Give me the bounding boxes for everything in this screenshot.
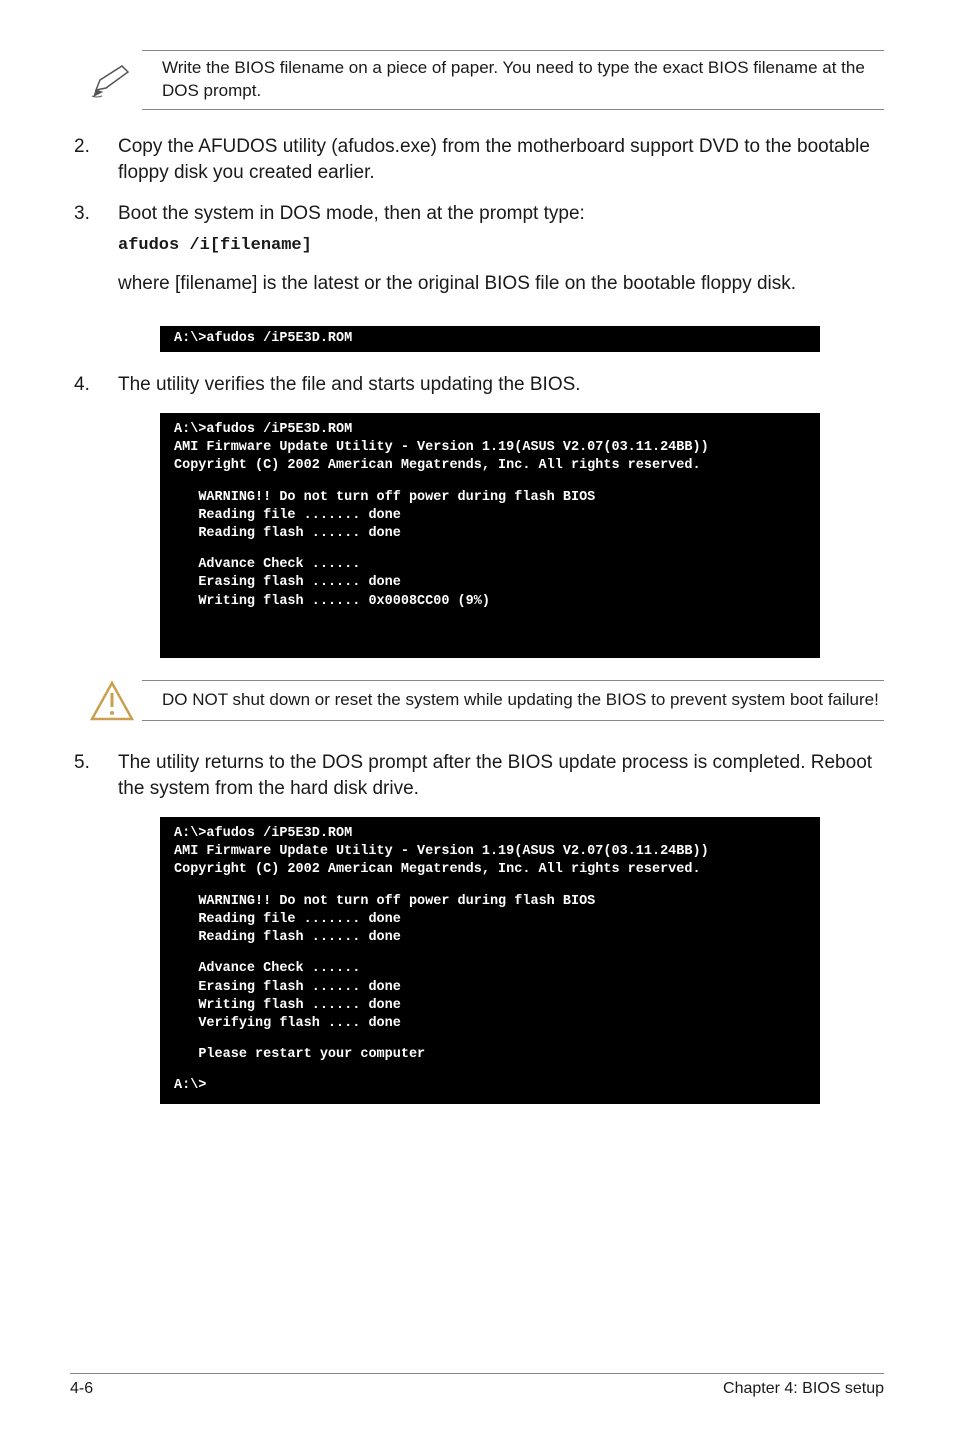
terminal-line: A:\>afudos /iP5E3D.ROM <box>174 331 352 346</box>
page-footer: 4-6 Chapter 4: BIOS setup <box>70 1373 884 1398</box>
terminal-line: A:\>afudos /iP5E3D.ROM <box>174 422 352 437</box>
terminal-output-3: A:\>afudos /iP5E3D.ROM AMI Firmware Upda… <box>160 817 820 1104</box>
page-number: 4-6 <box>70 1380 93 1398</box>
terminal-line: Verifying flash .... done <box>174 1016 401 1031</box>
warning-block: DO NOT shut down or reset the system whi… <box>70 676 884 726</box>
terminal-line: Please restart your computer <box>174 1047 425 1062</box>
terminal-line: WARNING!! Do not turn off power during f… <box>174 894 595 909</box>
warning-triangle-icon <box>82 676 142 726</box>
note-block: Write the BIOS filename on a piece of pa… <box>70 50 884 110</box>
terminal-line: WARNING!! Do not turn off power during f… <box>174 490 595 505</box>
step-2: 2. Copy the AFUDOS utility (afudos.exe) … <box>70 134 884 187</box>
terminal-line: AMI Firmware Update Utility - Version 1.… <box>174 440 709 455</box>
terminal-line: Reading file ....... done <box>174 912 401 927</box>
terminal-line: Erasing flash ...... done <box>174 575 401 590</box>
command-text: afudos /i[filename] <box>118 234 884 258</box>
terminal-line: Reading flash ...... done <box>174 930 401 945</box>
chapter-title: Chapter 4: BIOS setup <box>723 1380 884 1398</box>
pencil-note-icon <box>82 55 142 105</box>
note-text: Write the BIOS filename on a piece of pa… <box>142 50 884 110</box>
step-number: 3. <box>70 201 118 312</box>
terminal-line: A:\> <box>174 1078 206 1093</box>
terminal-line: Advance Check ...... <box>174 961 360 976</box>
terminal-line: Advance Check ...... <box>174 557 360 572</box>
step-body: Copy the AFUDOS utility (afudos.exe) fro… <box>118 134 884 187</box>
step-body: The utility verifies the file and starts… <box>118 372 884 399</box>
terminal-line: Copyright (C) 2002 American Megatrends, … <box>174 458 701 473</box>
terminal-line: Reading flash ...... done <box>174 526 401 541</box>
terminal-output-2: A:\>afudos /iP5E3D.ROM AMI Firmware Upda… <box>160 413 820 658</box>
step-3: 3. Boot the system in DOS mode, then at … <box>70 201 884 312</box>
step-number: 5. <box>70 750 118 803</box>
terminal-line: Copyright (C) 2002 American Megatrends, … <box>174 862 701 877</box>
step-number: 2. <box>70 134 118 187</box>
step-text: Boot the system in DOS mode, then at the… <box>118 203 585 224</box>
terminal-line: Reading file ....... done <box>174 508 401 523</box>
step-number: 4. <box>70 372 118 399</box>
step-body: The utility returns to the DOS prompt af… <box>118 750 884 803</box>
step-5: 5. The utility returns to the DOS prompt… <box>70 750 884 803</box>
terminal-line: AMI Firmware Update Utility - Version 1.… <box>174 844 709 859</box>
terminal-line: Writing flash ...... done <box>174 998 401 1013</box>
terminal-output-1: A:\>afudos /iP5E3D.ROM <box>160 326 820 352</box>
step-extra: where [filename] is the latest or the or… <box>118 271 884 298</box>
terminal-line: Erasing flash ...... done <box>174 980 401 995</box>
terminal-line: Writing flash ...... 0x0008CC00 (9%) <box>174 594 490 609</box>
step-4: 4. The utility verifies the file and sta… <box>70 372 884 399</box>
warning-text: DO NOT shut down or reset the system whi… <box>142 680 884 721</box>
terminal-line: A:\>afudos /iP5E3D.ROM <box>174 826 352 841</box>
step-body: Boot the system in DOS mode, then at the… <box>118 201 884 312</box>
